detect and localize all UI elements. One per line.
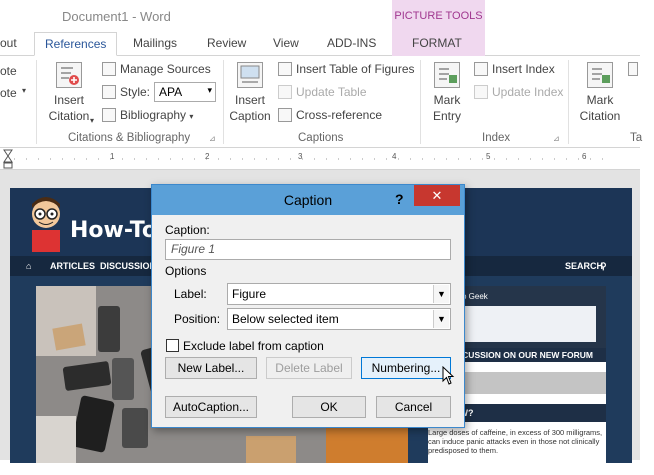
ruler-mark: 6 <box>582 152 587 161</box>
tab-view[interactable]: View <box>273 32 299 56</box>
position-field-label: Position: <box>174 312 221 326</box>
tab-format[interactable]: FORMAT <box>392 32 485 56</box>
ribbon-tabs: out References Mailings Review View ADD-… <box>0 32 640 56</box>
footnote-cut-1[interactable]: ote <box>0 64 17 78</box>
cross-reference-icon <box>278 108 292 122</box>
mark-citation-label-1: Mark <box>586 93 614 107</box>
chevron-down-icon: ▾ <box>22 86 27 95</box>
mark-citation-button[interactable]: Mark Citation <box>574 62 626 124</box>
chevron-down-icon: ▾ <box>207 85 212 95</box>
delete-label-button[interactable]: Delete Label <box>266 357 352 379</box>
index-icon <box>474 62 488 76</box>
caption-dialog: Caption ? ✕ Caption: Figure 1 Options La… <box>151 184 465 428</box>
dialog-launcher-icon[interactable]: ⊿ <box>553 134 560 143</box>
caption-input[interactable]: Figure 1 <box>165 239 451 260</box>
update-icon <box>278 85 292 99</box>
horizontal-ruler[interactable]: 1 2 3 4 5 6 <box>0 148 640 170</box>
table-of-figures-icon <box>278 62 292 76</box>
mark-citation-icon <box>587 62 613 88</box>
help-button[interactable]: ? <box>395 191 404 207</box>
update-index-button[interactable]: Update Index <box>474 85 563 99</box>
mark-citation-label-2: Citation <box>579 109 621 123</box>
dialog-launcher-icon[interactable]: ⊿ <box>209 134 216 143</box>
options-group-label: Options <box>165 264 207 278</box>
title-bar: Document1 - Word <box>0 0 640 32</box>
footnote-cut-2[interactable]: ote <box>0 86 17 100</box>
tab-add-ins[interactable]: ADD-INS <box>327 32 376 56</box>
caption-field-label: Caption: <box>165 223 210 237</box>
bibliography-icon <box>102 108 116 122</box>
insert-table-of-figures-button[interactable]: Insert Table of Figures <box>278 62 415 76</box>
update-icon <box>474 85 488 99</box>
document-title: Document1 - Word <box>62 9 171 24</box>
nav-discussion: DISCUSSION <box>100 261 157 271</box>
label-field-label: Label: <box>174 287 207 301</box>
insert-index-button[interactable]: Insert Index <box>474 62 555 76</box>
citations-group-label: Citations & Bibliography <box>68 132 191 144</box>
tab-layout[interactable]: out <box>0 32 17 56</box>
ok-button[interactable]: OK <box>292 396 366 418</box>
table-of-authorities-group-label: Ta <box>630 132 643 144</box>
exclude-label-text: Exclude label from caption <box>183 339 324 353</box>
chevron-down-icon[interactable]: ▼ <box>433 310 449 328</box>
exclude-label-checkbox[interactable] <box>166 339 179 352</box>
ruler-mark: 4 <box>392 152 397 161</box>
style-select[interactable]: APA ▾ <box>154 82 216 102</box>
manage-sources-button[interactable]: Manage Sources <box>102 62 211 76</box>
ruler-mark: 3 <box>298 152 303 161</box>
picture-tools-label: PICTURE TOOLS <box>392 0 485 32</box>
nav-search: SEARCH <box>565 261 604 271</box>
ribbon: ote ote ▾ Insert Citation ▾ Manage Sourc… <box>0 56 643 148</box>
mark-entry-button[interactable]: Mark Entry <box>424 62 470 124</box>
new-label-button[interactable]: New Label... <box>165 357 257 379</box>
bibliography-button[interactable]: Bibliography ▾ <box>102 108 193 122</box>
nav-articles: ARTICLES <box>50 261 95 271</box>
style-label: Style: <box>102 85 150 99</box>
ruler-mark: 1 <box>110 152 115 161</box>
search-icon: ⚲ <box>600 261 607 271</box>
citation-icon <box>56 62 82 88</box>
index-group-label: Index <box>482 132 511 144</box>
table-of-authorities-icon[interactable] <box>628 62 642 76</box>
insert-citation-button[interactable]: Insert Citation <box>44 62 94 124</box>
mark-entry-label-1: Mark <box>433 93 461 107</box>
tab-references[interactable]: References <box>34 32 118 56</box>
caption-icon <box>237 62 263 88</box>
mark-entry-icon <box>434 62 460 88</box>
insert-caption-label-2: Caption <box>229 109 271 123</box>
close-button[interactable]: ✕ <box>414 185 460 206</box>
geek-mascot-icon <box>32 197 60 252</box>
cross-reference-button[interactable]: Cross-reference <box>278 108 382 122</box>
ruler-mark: 5 <box>486 152 491 161</box>
mark-entry-label-2: Entry <box>432 109 461 123</box>
captions-group-label: Captions <box>298 132 344 144</box>
sources-icon <box>102 62 116 76</box>
label-select[interactable]: Figure ▼ <box>227 283 451 305</box>
numbering-button[interactable]: Numbering... <box>361 357 451 379</box>
home-icon: ⌂ <box>26 261 32 271</box>
ruler-ticks <box>3 149 610 169</box>
mouse-cursor-icon <box>442 366 455 385</box>
insert-citation-label-2: Citation <box>48 109 90 123</box>
chevron-down-icon[interactable]: ▼ <box>433 285 449 303</box>
update-table-button[interactable]: Update Table <box>278 85 367 99</box>
position-select[interactable]: Below selected item ▼ <box>227 308 451 330</box>
insert-caption-button[interactable]: Insert Caption <box>226 62 274 124</box>
cancel-button[interactable]: Cancel <box>376 396 451 418</box>
ruler-mark: 2 <box>205 152 210 161</box>
chevron-down-icon: ▾ <box>90 116 95 125</box>
dialog-title-bar[interactable]: Caption ? ✕ <box>152 185 464 215</box>
tab-review[interactable]: Review <box>207 32 246 56</box>
insert-citation-label-1: Insert <box>53 93 84 107</box>
autocaption-button[interactable]: AutoCaption... <box>165 396 257 418</box>
style-icon <box>102 85 116 99</box>
sidebar-text: Large doses of caffeine, in excess of 30… <box>428 428 603 455</box>
tab-mailings[interactable]: Mailings <box>133 32 177 56</box>
insert-caption-label-1: Insert <box>234 93 265 107</box>
